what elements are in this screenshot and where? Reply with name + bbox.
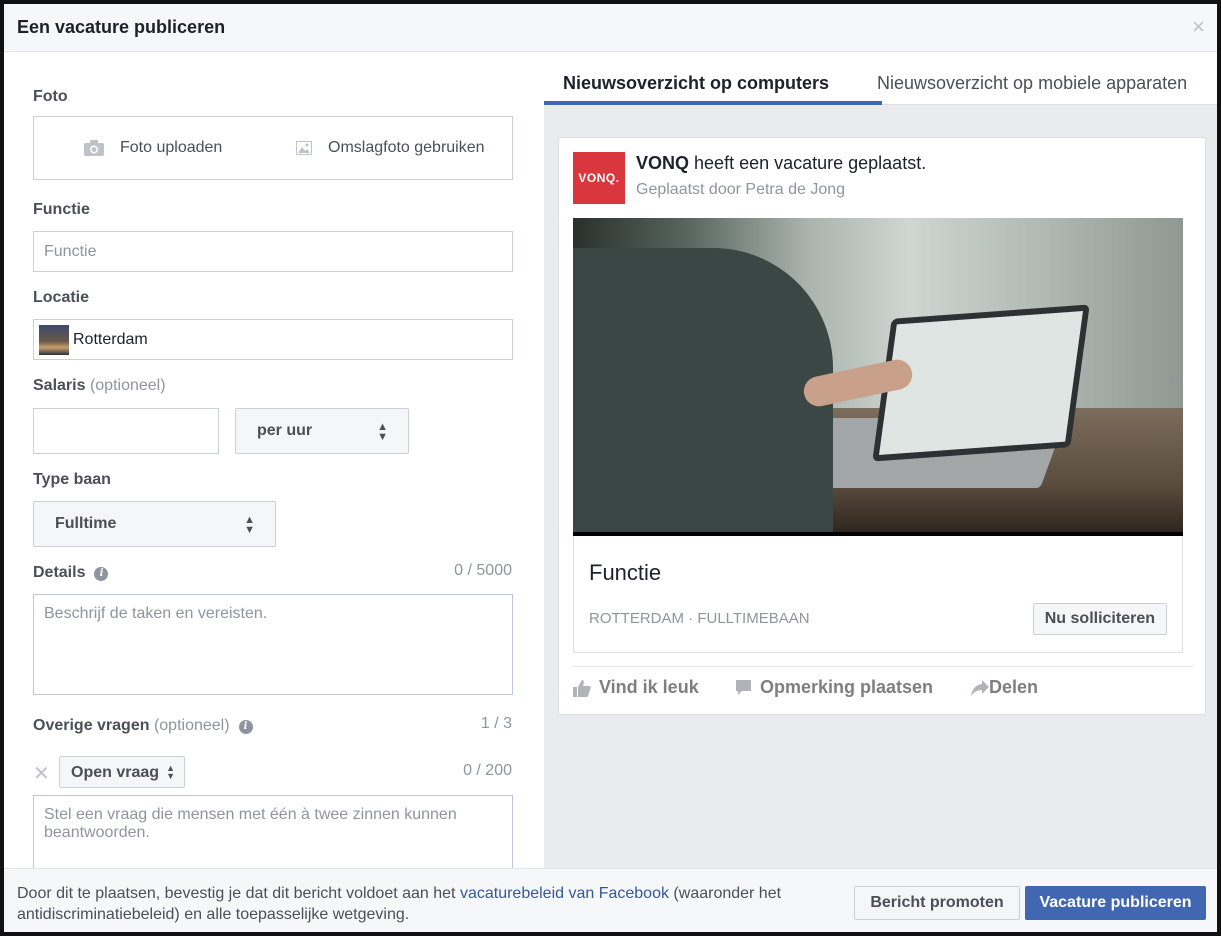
promote-post-button[interactable]: Bericht promoten: [854, 886, 1020, 920]
post-header: VONQ heeft een vacature geplaatst.: [636, 153, 926, 174]
details-char-count: 0 / 5000: [454, 562, 512, 579]
camera-icon: [84, 140, 104, 156]
post-action-text: heeft een vacature geplaatst.: [694, 153, 927, 173]
job-form: Foto Foto uploaden Omslagfoto gebruiken …: [4, 53, 544, 868]
job-link-box: Functie ROTTERDAM · FULLTIMEBAAN Nu soll…: [573, 536, 1183, 653]
comment-button[interactable]: Opmerking plaatsen: [735, 677, 933, 698]
comment-icon: [736, 680, 751, 695]
question-type-value: Open vraag: [71, 764, 160, 781]
dialog-title: Een vacature publiceren: [17, 17, 226, 37]
job-meta: ROTTERDAM · FULLTIMEBAAN: [589, 610, 810, 627]
remove-question-icon[interactable]: ✕: [33, 761, 50, 786]
photo-upload-box: Foto uploaden Omslagfoto gebruiken: [33, 116, 513, 180]
salary-period-select[interactable]: per uur ▲ ▼: [235, 408, 409, 454]
post-preview-card: VONQ. VONQ heeft een vacature geplaatst.…: [558, 137, 1206, 715]
dialog-footer: Door dit te plaatsen, bevestig je dat di…: [4, 868, 1217, 932]
upload-photo-button[interactable]: Foto uploaden: [84, 139, 222, 157]
details-label: Details i: [33, 564, 109, 582]
salary-period-value: per uur: [257, 422, 313, 439]
job-post-dialog: Een vacature publiceren × Foto Foto uplo…: [4, 4, 1217, 932]
preview-panel: Nieuwsoverzicht op computers Nieuwsoverz…: [544, 53, 1217, 868]
sort-arrows-icon: ▲ ▼: [377, 421, 388, 443]
job-type-label: Type baan: [33, 471, 111, 488]
salary-label: Salaris (optioneel): [33, 377, 166, 394]
apply-now-button[interactable]: Nu solliciteren: [1032, 603, 1167, 635]
close-icon[interactable]: ×: [1192, 16, 1205, 38]
use-cover-photo-label: Omslagfoto gebruiken: [328, 139, 485, 156]
details-textarea[interactable]: [33, 594, 513, 695]
job-photo: [573, 218, 1183, 536]
job-type-value: Fulltime: [55, 515, 117, 532]
sort-arrows-icon: ▲ ▼: [166, 763, 175, 781]
dialog-header: Een vacature publiceren ×: [4, 4, 1217, 52]
questions-count: 1 / 3: [480, 715, 512, 732]
other-questions-label: Overige vragen (optioneel) i: [33, 717, 253, 735]
tab-desktop-feed[interactable]: Nieuwsoverzicht op computers: [563, 73, 829, 94]
thumbs-up-icon: [573, 679, 591, 697]
policy-note: Door dit te plaatsen, bevestig je dat di…: [17, 885, 782, 923]
info-icon[interactable]: i: [94, 567, 109, 581]
like-button[interactable]: Vind ik leuk: [573, 677, 699, 698]
location-value: Rotterdam: [73, 330, 148, 348]
share-button[interactable]: Delen: [971, 677, 1038, 698]
preview-tabs: Nieuwsoverzicht op computers Nieuwsoverz…: [544, 53, 1217, 105]
post-byline: Geplaatst door Petra de Jong: [636, 181, 846, 198]
upload-photo-label: Foto uploaden: [120, 139, 223, 156]
question-textarea[interactable]: [33, 795, 513, 868]
salary-input[interactable]: [33, 408, 219, 454]
rotterdam-thumbnail: [39, 324, 69, 355]
job-type-select[interactable]: Fulltime ▲ ▼: [33, 501, 276, 547]
job-policy-link[interactable]: vacaturebeleid van Facebook: [460, 885, 669, 902]
sort-arrows-icon: ▲ ▼: [244, 514, 255, 536]
publish-job-button[interactable]: Vacature publiceren: [1025, 886, 1206, 920]
question-char-count: 0 / 200: [463, 762, 512, 779]
post-actions: Vind ik leuk Opmerking plaatsen Delen: [573, 666, 1193, 706]
share-icon: [971, 679, 989, 696]
image-icon: [296, 141, 312, 155]
photo-label: Foto: [33, 88, 68, 105]
function-input[interactable]: Functie: [33, 231, 513, 272]
job-title: Functie: [589, 560, 662, 585]
active-tab-indicator: [544, 101, 882, 105]
location-input[interactable]: Rotterdam: [33, 319, 513, 360]
info-icon[interactable]: i: [238, 720, 253, 734]
company-logo: VONQ.: [573, 152, 625, 204]
function-label: Functie: [33, 201, 90, 218]
company-name: VONQ: [636, 153, 690, 173]
question-type-select[interactable]: Open vraag ▲ ▼: [59, 756, 185, 788]
use-cover-photo-button[interactable]: Omslagfoto gebruiken: [296, 139, 485, 157]
tab-mobile-feed[interactable]: Nieuwsoverzicht op mobiele apparaten: [877, 73, 1187, 94]
location-label: Locatie: [33, 289, 90, 306]
